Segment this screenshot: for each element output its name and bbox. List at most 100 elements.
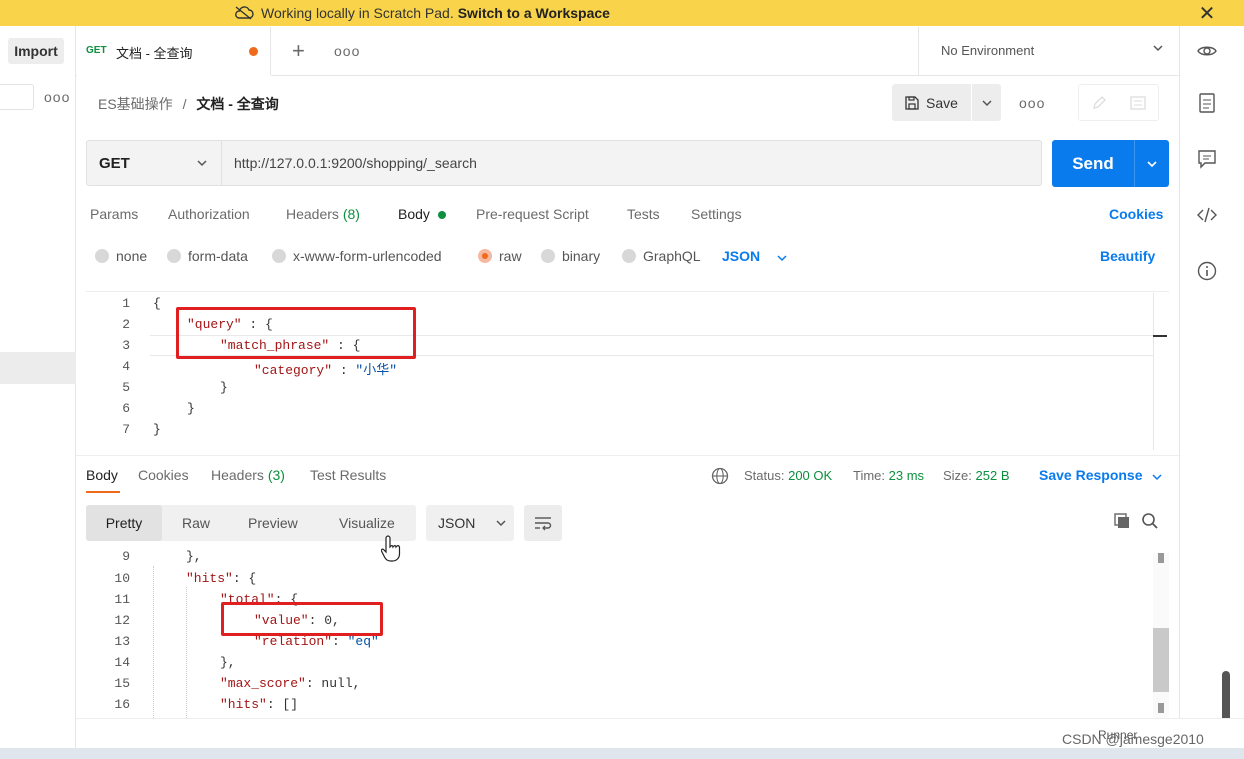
breadcrumb: ES基础操作 / 文档 - 全查询 <box>98 94 279 114</box>
response-tab-cookies[interactable]: Cookies <box>138 467 189 483</box>
tab-params[interactable]: Params <box>90 206 138 222</box>
documentation-icon[interactable] <box>1196 92 1218 114</box>
code-line: }, <box>186 549 202 564</box>
code-line: "category" : "小华" <box>254 359 397 378</box>
right-rail <box>1179 26 1244 726</box>
tab-tests[interactable]: Tests <box>627 206 660 222</box>
chevron-down-icon <box>496 520 506 527</box>
response-tab-headers-label: Headers <box>211 467 264 483</box>
send-options-button[interactable] <box>1134 140 1169 187</box>
time-value[interactable]: 23 ms <box>889 468 924 483</box>
edit-icon[interactable] <box>1079 85 1119 120</box>
banner-text: Working locally in Scratch Pad. <box>261 5 454 21</box>
comments-icon[interactable] <box>1196 148 1218 170</box>
body-active-indicator-icon <box>438 211 446 219</box>
globe-icon[interactable] <box>711 467 729 485</box>
radio-binary[interactable]: binary <box>541 248 600 264</box>
request-editor-scrollbar[interactable] <box>1153 293 1167 450</box>
breadcrumb-collection[interactable]: ES基础操作 <box>98 96 173 112</box>
line-number: 6 <box>122 401 130 416</box>
response-tab-headers[interactable]: Headers (3) <box>211 467 285 483</box>
eye-icon[interactable] <box>1196 40 1218 62</box>
sidebar <box>0 26 76 759</box>
info-icon[interactable] <box>1196 260 1218 282</box>
body-format-select[interactable]: JSON <box>722 248 760 264</box>
radio-form-data-label: form-data <box>188 248 248 264</box>
chevron-down-icon <box>1153 45 1163 52</box>
view-preview-button[interactable]: Preview <box>248 505 298 541</box>
chevron-down-icon <box>197 160 207 167</box>
view-pretty-button[interactable]: Pretty <box>86 505 162 541</box>
line-number: 9 <box>122 549 130 564</box>
line-number: 15 <box>114 676 130 691</box>
radio-graphql[interactable]: GraphQL <box>622 248 701 264</box>
radio-form-data[interactable]: form-data <box>167 248 248 264</box>
code-line: "relation": "eq" <box>254 634 379 649</box>
radio-circle <box>95 249 109 263</box>
scroll-down-icon[interactable] <box>1158 703 1164 713</box>
save-options-button[interactable] <box>972 84 1001 121</box>
save-response-button[interactable]: Save Response <box>1039 467 1143 483</box>
cookies-link[interactable]: Cookies <box>1109 206 1163 222</box>
tab-body[interactable]: Body <box>398 206 430 222</box>
tab-prerequest-script[interactable]: Pre-request Script <box>476 206 589 222</box>
tabs-more-icon[interactable]: ooo <box>334 43 360 59</box>
sidebar-more-icon[interactable]: ooo <box>44 89 70 105</box>
switch-workspace-link[interactable]: Switch to a Workspace <box>458 5 610 21</box>
radio-circle <box>272 249 286 263</box>
os-taskbar <box>0 748 1244 759</box>
wrap-lines-button[interactable] <box>524 505 562 541</box>
send-button[interactable]: Send <box>1052 140 1134 187</box>
line-number: 11 <box>114 592 130 607</box>
radio-none[interactable]: none <box>95 248 147 264</box>
indent-guide <box>186 587 187 718</box>
line-number: 10 <box>114 571 130 586</box>
radio-graphql-label: GraphQL <box>643 248 701 264</box>
sidebar-selected-item[interactable] <box>0 352 76 384</box>
size-label: Size: <box>943 468 972 483</box>
view-raw-button[interactable]: Raw <box>182 505 210 541</box>
code-snippet-icon[interactable] <box>1196 204 1218 226</box>
line-number: 2 <box>122 317 130 332</box>
response-tab-body[interactable]: Body <box>86 467 118 483</box>
json-punct: : <box>332 363 356 378</box>
size-value[interactable]: 252 B <box>976 468 1010 483</box>
tab-headers-count: (8) <box>342 206 360 222</box>
close-icon[interactable]: ✕ <box>1196 0 1218 26</box>
divider <box>76 455 1179 456</box>
breadcrumb-request[interactable]: 文档 - 全查询 <box>196 96 278 112</box>
code-line: "hits": { <box>186 571 256 586</box>
json-key: "hits" <box>186 571 233 586</box>
copy-icon[interactable] <box>1113 512 1131 530</box>
response-format-select[interactable]: JSON <box>426 505 514 541</box>
tab-headers[interactable]: Headers (8) <box>286 206 360 222</box>
beautify-link[interactable]: Beautify <box>1100 248 1155 264</box>
code-line: } <box>220 380 228 395</box>
active-tab-underline <box>86 491 120 493</box>
response-scrollbar-thumb[interactable] <box>1153 628 1169 692</box>
status-value[interactable]: 200 OK <box>788 468 832 483</box>
import-button[interactable]: Import <box>8 38 64 64</box>
response-tab-headers-count: (3) <box>267 467 285 483</box>
tab-authorization[interactable]: Authorization <box>168 206 250 222</box>
tab-settings[interactable]: Settings <box>691 206 742 222</box>
save-button[interactable]: Save <box>892 84 971 121</box>
code-line: "max_score": null, <box>220 676 360 691</box>
scrollbar-marker <box>1153 335 1167 337</box>
sidebar-filter-input[interactable] <box>0 84 34 110</box>
url-input[interactable]: http://127.0.0.1:9200/shopping/_search <box>222 140 1042 186</box>
radio-circle-selected <box>478 249 492 263</box>
search-icon[interactable] <box>1141 512 1159 530</box>
line-number: 13 <box>114 634 130 649</box>
radio-raw[interactable]: raw <box>478 248 522 264</box>
code-line: } <box>187 401 195 416</box>
json-key: "hits" <box>220 697 267 712</box>
scroll-up-icon[interactable] <box>1158 553 1164 563</box>
unsaved-indicator-icon <box>249 47 258 56</box>
save-icon <box>905 95 919 110</box>
description-icon[interactable] <box>1119 85 1159 120</box>
response-tab-test-results[interactable]: Test Results <box>310 467 386 483</box>
radio-urlencoded[interactable]: x-www-form-urlencoded <box>272 248 442 264</box>
new-tab-icon[interactable]: + <box>292 38 305 64</box>
request-more-icon[interactable]: ooo <box>1019 95 1045 111</box>
